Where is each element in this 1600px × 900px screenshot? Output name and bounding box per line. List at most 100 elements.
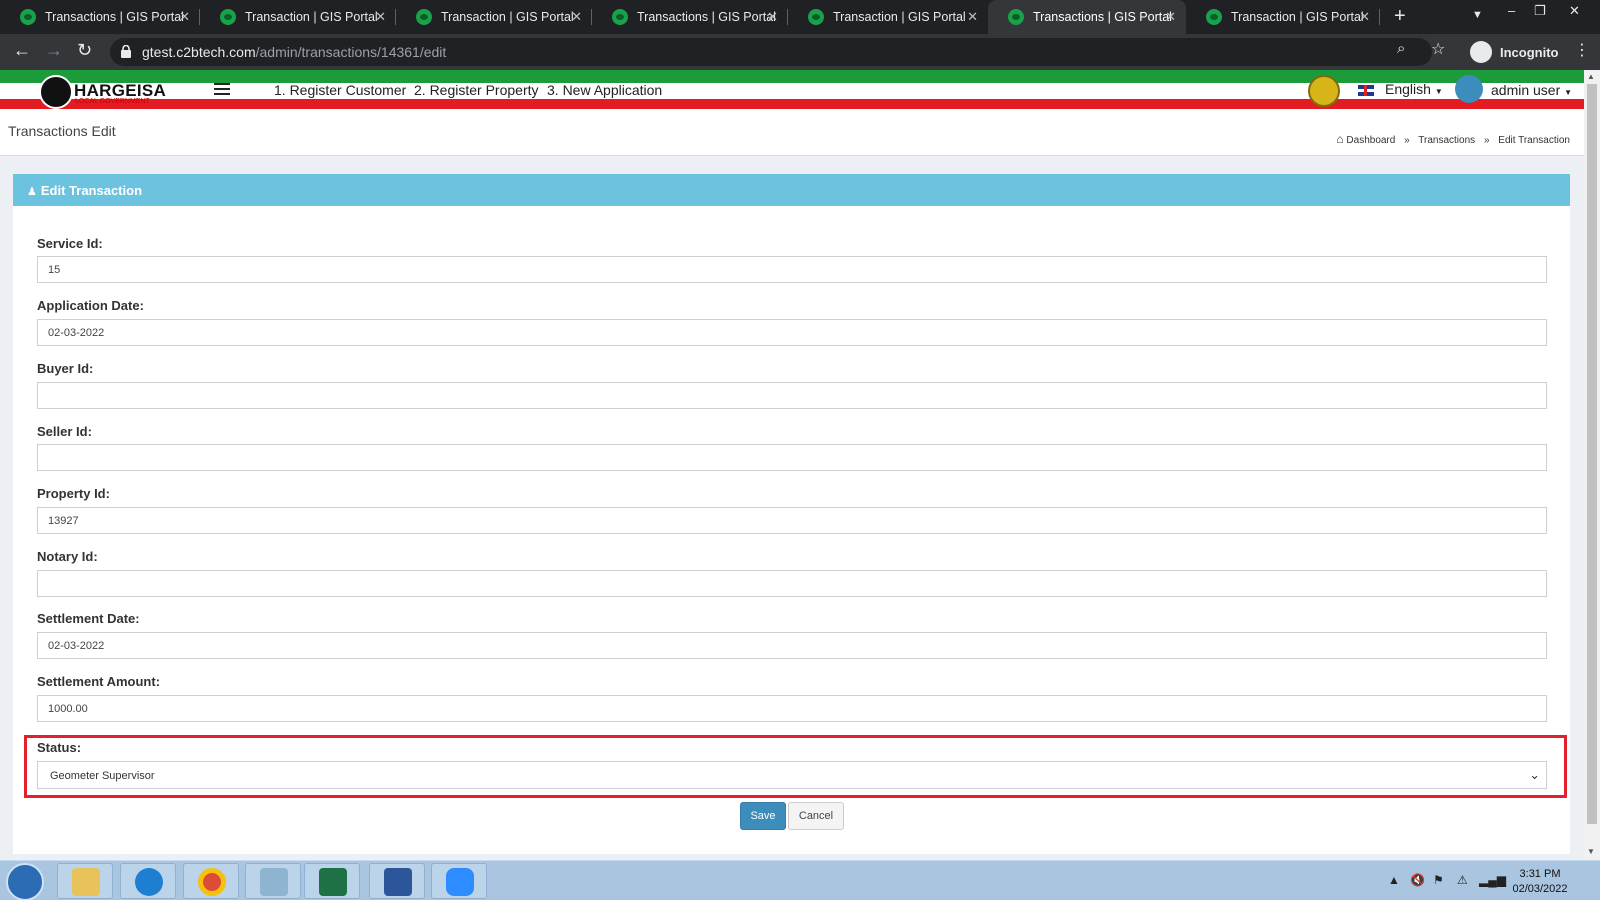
- taskbar-word[interactable]: [369, 863, 425, 899]
- hamburger-menu-icon[interactable]: [214, 83, 230, 95]
- new-tab-plus-icon[interactable]: +: [1394, 5, 1406, 28]
- breadcrumb-dashboard[interactable]: Dashboard: [1346, 135, 1395, 146]
- url-host: gtest.c2btech.com: [142, 44, 256, 60]
- settlement-amount-label: Settlement Amount:: [37, 674, 161, 689]
- gis-portal-favicon-icon: [1008, 9, 1024, 25]
- zoom-magnifier-icon[interactable]: ⌕: [1397, 40, 1405, 57]
- nav-register-customer[interactable]: 1. Register Customer: [274, 82, 406, 98]
- scroll-down-arrow-icon[interactable]: ▼: [1587, 847, 1595, 856]
- windows-start-icon[interactable]: [6, 863, 44, 900]
- tab-separator: [1379, 9, 1380, 25]
- word-icon: [384, 868, 412, 896]
- language-dropdown[interactable]: English ▼: [1385, 81, 1443, 97]
- back-arrow-icon[interactable]: ←: [13, 40, 31, 61]
- incognito-icon: [1470, 41, 1492, 63]
- gis-portal-favicon-icon: [220, 9, 236, 25]
- user-menu[interactable]: admin user ▼: [1491, 82, 1572, 98]
- reload-icon[interactable]: ↻: [77, 40, 92, 61]
- browser-tab[interactable]: Transaction | GIS Portal ✕: [788, 0, 988, 34]
- windows-taskbar: ▲ 🔇 ⚑ ⚠ ▂▄▆ 3:31 PM 02/03/2022: [0, 860, 1600, 900]
- close-tab-icon[interactable]: ✕: [1359, 9, 1370, 25]
- browser-tab[interactable]: Transactions | GIS Portal ✕: [0, 0, 200, 34]
- save-button[interactable]: Save: [740, 802, 786, 830]
- seller-id-input[interactable]: [37, 444, 1547, 471]
- close-tab-icon[interactable]: ✕: [571, 9, 582, 25]
- browser-toolbar: ← → ↻ gtest.c2btech.com/admin/transactio…: [0, 34, 1600, 70]
- taskbar-edge[interactable]: [120, 863, 176, 899]
- forward-arrow-icon[interactable]: →: [45, 40, 63, 61]
- taskbar-notepad[interactable]: [245, 863, 301, 899]
- lock-icon: [121, 45, 131, 58]
- nav-register-property[interactable]: 2. Register Property: [414, 82, 539, 98]
- tab-title: Transaction | GIS Portal: [245, 10, 378, 24]
- application-date-input[interactable]: 02-03-2022: [37, 319, 1547, 346]
- settlement-date-label: Settlement Date:: [37, 611, 140, 626]
- buyer-id-label: Buyer Id:: [37, 361, 94, 376]
- notary-id-input[interactable]: [37, 570, 1547, 597]
- settlement-date-input[interactable]: 02-03-2022: [37, 632, 1547, 659]
- taskbar-chrome[interactable]: [183, 863, 239, 899]
- incognito-indicator[interactable]: Incognito: [1470, 41, 1559, 63]
- hargeisa-logo-emblem[interactable]: [39, 75, 73, 109]
- scroll-up-arrow-icon[interactable]: ▲: [1587, 72, 1595, 81]
- taskbar-clock[interactable]: 3:31 PM 02/03/2022: [1505, 867, 1575, 897]
- zoom-meetings-icon: [446, 868, 474, 896]
- bookmark-star-icon[interactable]: ☆: [1431, 39, 1445, 59]
- file-explorer-icon: [72, 868, 100, 896]
- notary-id-label: Notary Id:: [37, 549, 98, 564]
- close-tab-icon[interactable]: ✕: [767, 9, 778, 25]
- browser-tab[interactable]: Transaction | GIS Portal ✕: [200, 0, 396, 34]
- restore-icon[interactable]: ❐: [1534, 3, 1546, 19]
- tab-title: Transaction | GIS Portal: [441, 10, 574, 24]
- nav-new-application[interactable]: 3. New Application: [547, 82, 662, 98]
- action-center-icon[interactable]: ⚑: [1433, 873, 1444, 887]
- settlement-amount-input[interactable]: 1000.00: [37, 695, 1547, 722]
- address-bar[interactable]: gtest.c2btech.com/admin/transactions/143…: [110, 38, 1432, 66]
- tab-title: Transaction | GIS Portal: [833, 10, 966, 24]
- taskbar-excel[interactable]: [304, 863, 360, 899]
- box-title-text: Edit Transaction: [40, 183, 143, 198]
- taskbar-explorer[interactable]: [57, 863, 113, 899]
- buyer-id-input[interactable]: [37, 382, 1547, 409]
- close-window-icon[interactable]: ✕: [1569, 3, 1580, 19]
- user-name-label: admin user: [1491, 82, 1561, 98]
- taskbar-zoom[interactable]: [431, 863, 487, 899]
- network-error-icon[interactable]: ⚠: [1457, 873, 1468, 887]
- property-id-label: Property Id:: [37, 486, 110, 501]
- scroll-thumb[interactable]: [1587, 84, 1597, 824]
- tab-title: Transaction | GIS Portal: [1231, 10, 1364, 24]
- tab-search-chevron-icon[interactable]: ▼: [1472, 9, 1483, 21]
- browser-tab-strip: Transactions | GIS Portal ✕ Transaction …: [0, 0, 1600, 34]
- gis-portal-favicon-icon: [20, 9, 36, 25]
- tray-expand-icon[interactable]: ▲: [1388, 873, 1400, 887]
- url-text: gtest.c2btech.com/admin/transactions/143…: [142, 44, 446, 60]
- browser-tab-active[interactable]: Transactions | GIS Portal ✕: [988, 0, 1186, 34]
- tab-title: Transactions | GIS Portal: [1033, 10, 1172, 24]
- browser-menu-icon[interactable]: ⋮: [1574, 40, 1590, 60]
- chevron-down-icon: ⌄: [1529, 767, 1540, 782]
- page-scrollbar[interactable]: ▲ ▼: [1584, 70, 1600, 860]
- user-avatar[interactable]: [1455, 75, 1483, 103]
- browser-tab[interactable]: Transaction | GIS Portal ✕: [1186, 0, 1380, 34]
- close-tab-icon[interactable]: ✕: [375, 9, 386, 25]
- edge-browser-icon: [135, 868, 163, 896]
- header-green-stripe: [0, 70, 1584, 83]
- status-selected-value: Geometer Supervisor: [50, 770, 155, 782]
- close-tab-icon[interactable]: ✕: [967, 9, 978, 25]
- breadcrumb-current: Edit Transaction: [1498, 135, 1570, 146]
- minimize-icon[interactable]: –: [1508, 3, 1515, 18]
- volume-muted-icon[interactable]: 🔇: [1410, 873, 1425, 887]
- breadcrumb-transactions[interactable]: Transactions: [1418, 135, 1475, 146]
- incognito-label: Incognito: [1500, 44, 1559, 60]
- service-id-input[interactable]: 15: [37, 256, 1547, 283]
- browser-tab[interactable]: Transaction | GIS Portal ✕: [396, 0, 592, 34]
- status-select[interactable]: Geometer Supervisor ⌄: [37, 761, 1547, 789]
- property-id-input[interactable]: 13927: [37, 507, 1547, 534]
- cancel-button[interactable]: Cancel: [788, 802, 844, 830]
- signal-bars-icon[interactable]: ▂▄▆: [1479, 873, 1506, 887]
- box-header: ♟ Edit Transaction: [13, 174, 1570, 206]
- browser-tab[interactable]: Transactions | GIS Portal ✕: [592, 0, 788, 34]
- close-tab-icon[interactable]: ✕: [179, 9, 190, 25]
- close-tab-icon[interactable]: ✕: [1165, 9, 1176, 25]
- user-icon: ♟: [27, 186, 37, 198]
